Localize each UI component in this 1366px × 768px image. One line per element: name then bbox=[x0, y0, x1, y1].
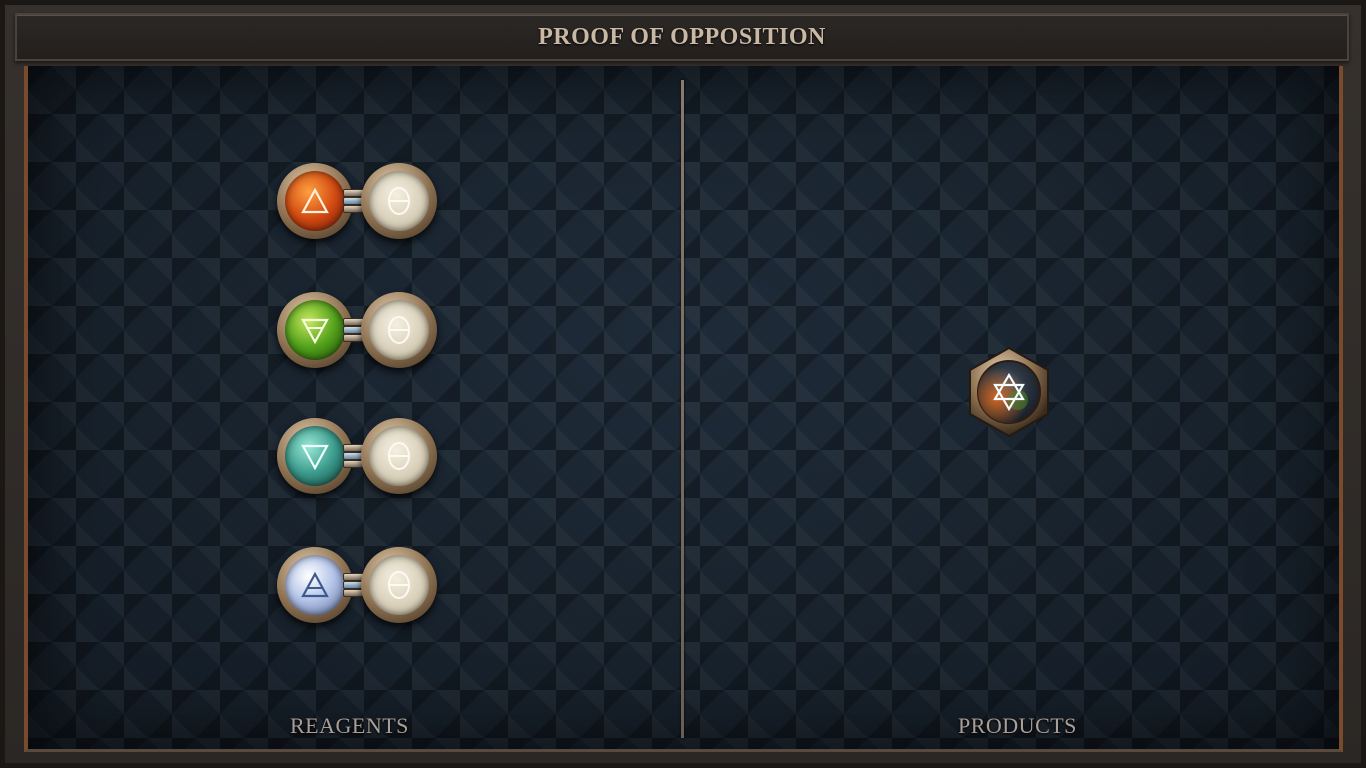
page-title: PROOF OF OPPOSITION bbox=[538, 23, 826, 50]
neutral-orb[interactable] bbox=[361, 163, 437, 239]
fire-triangle-icon bbox=[285, 171, 345, 231]
products-label: PRODUCTS bbox=[958, 713, 1077, 738]
neutral-orb[interactable] bbox=[361, 418, 437, 494]
reagents-label: REAGENTS bbox=[290, 713, 409, 738]
product-hexagon[interactable] bbox=[966, 346, 1052, 438]
neutral-orb[interactable] bbox=[361, 547, 437, 623]
theta-icon bbox=[369, 555, 429, 615]
reagent-water[interactable] bbox=[277, 416, 439, 496]
reagent-orb[interactable] bbox=[277, 292, 353, 368]
reagent-earth[interactable] bbox=[277, 290, 439, 370]
earth-triangle-icon bbox=[285, 300, 345, 360]
air-triangle-icon bbox=[285, 555, 345, 615]
reagent-air[interactable] bbox=[277, 545, 439, 625]
neutral-orb[interactable] bbox=[361, 292, 437, 368]
water-triangle-icon bbox=[285, 426, 345, 486]
hexagram-icon bbox=[969, 346, 1049, 438]
theta-icon bbox=[369, 171, 429, 231]
reagent-orb[interactable] bbox=[277, 163, 353, 239]
reagent-fire[interactable] bbox=[277, 161, 439, 241]
theta-icon bbox=[369, 300, 429, 360]
reagent-orb[interactable] bbox=[277, 418, 353, 494]
title-bar: PROOF OF OPPOSITION bbox=[15, 13, 1349, 61]
reagent-orb[interactable] bbox=[277, 547, 353, 623]
section-divider bbox=[681, 80, 684, 738]
theta-icon bbox=[369, 426, 429, 486]
